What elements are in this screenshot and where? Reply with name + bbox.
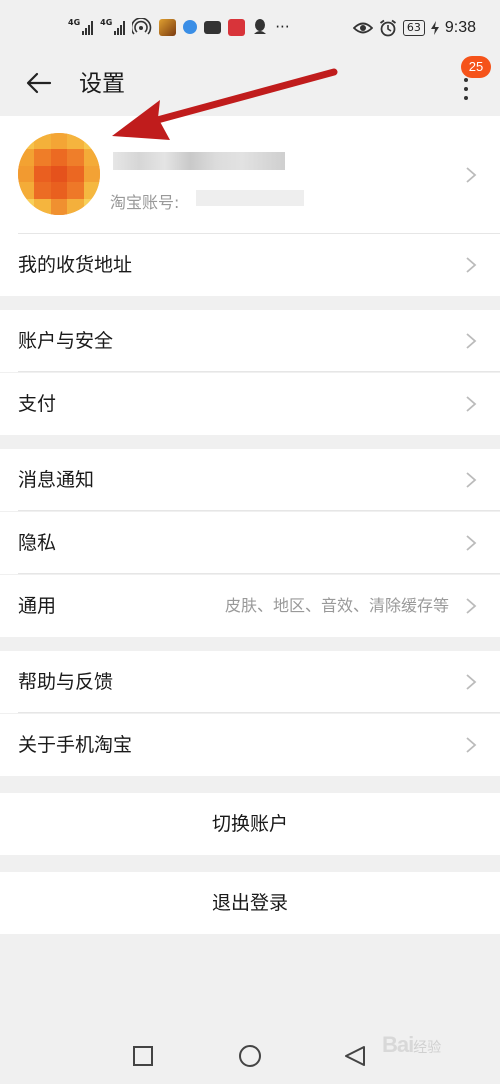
top-nav-bar: 设置 [0, 58, 500, 116]
status-right-icons: 63 9:38 [352, 19, 476, 37]
network-type-label: 4G [100, 18, 113, 27]
blurred-username [113, 152, 285, 170]
signal-icon: 4G [68, 18, 94, 35]
back-arrow-icon[interactable] [24, 68, 54, 98]
chevron-right-icon [466, 333, 477, 349]
status-bar: 4G 4G ··· 63 9:38 [0, 0, 500, 58]
eye-icon [352, 22, 373, 34]
book-app-icon [228, 18, 246, 36]
hotspot-icon [132, 18, 152, 35]
back-triangle-icon[interactable] [343, 1045, 367, 1069]
divider [18, 573, 500, 574]
settings-item-label: 关于手机淘宝 [18, 734, 133, 756]
chevron-right-icon [466, 396, 477, 412]
more-options-icon[interactable] [458, 78, 474, 100]
settings-item-label: 通用 [18, 595, 57, 617]
settings-item-label: 隐私 [18, 532, 57, 554]
signal-icon: 4G [100, 18, 126, 35]
settings-item-privacy[interactable]: 隐私 [0, 512, 500, 574]
alarm-icon [379, 19, 396, 37]
switch-account-button[interactable]: 切换账户 [0, 793, 500, 855]
mail-app-icon [204, 20, 222, 34]
settings-item-label: 帮助与反馈 [18, 671, 114, 693]
settings-item-general[interactable]: 通用 皮肤、地区、音效、清除缓存等 [0, 575, 500, 637]
settings-item-hint: 皮肤、地区、音效、清除缓存等 [224, 596, 449, 615]
settings-item-label: 我的收货地址 [18, 254, 133, 276]
game-app-icon [159, 18, 177, 36]
logout-button[interactable]: 退出登录 [0, 872, 500, 934]
profile-row[interactable]: 淘宝账号: [0, 116, 500, 234]
settings-item-notifications[interactable]: 消息通知 [0, 449, 500, 511]
settings-item-about[interactable]: 关于手机淘宝 [0, 714, 500, 776]
divider [18, 510, 500, 511]
battery-icon: 63 [402, 20, 425, 36]
browser-app-icon [183, 20, 198, 34]
settings-item-address[interactable]: 我的收货地址 [0, 234, 500, 296]
charging-icon [430, 21, 439, 35]
chevron-right-icon [466, 167, 477, 183]
settings-item-label: 消息通知 [18, 469, 95, 491]
watermark-suffix: 经验 [413, 1039, 442, 1055]
qq-icon [254, 19, 267, 34]
settings-item-label: 支付 [18, 393, 57, 415]
settings-item-account-security[interactable]: 账户与安全 [0, 310, 500, 372]
chevron-right-icon [466, 257, 477, 273]
chevron-right-icon [466, 598, 477, 614]
blurred-account-id [196, 190, 304, 206]
more-notifications-indicator: ··· [275, 18, 290, 36]
watermark-logo: Bai经验 [382, 1032, 441, 1058]
divider [18, 371, 500, 372]
chevron-right-icon [466, 535, 477, 551]
settings-item-payment[interactable]: 支付 [0, 373, 500, 435]
home-icon[interactable] [237, 1045, 263, 1071]
settings-item-help-feedback[interactable]: 帮助与反馈 [0, 651, 500, 713]
chevron-right-icon [466, 674, 477, 690]
clock: 9:38 [444, 19, 476, 36]
chevron-right-icon [466, 737, 477, 753]
divider [18, 712, 500, 713]
recent-apps-icon[interactable] [132, 1045, 154, 1067]
watermark-brand: Bai [382, 1032, 414, 1057]
account-label: 淘宝账号: [110, 193, 180, 212]
status-left-icons: 4G 4G ··· [68, 18, 290, 36]
settings-item-label: 账户与安全 [18, 330, 114, 352]
chevron-right-icon [466, 472, 477, 488]
page-title: 设置 [79, 71, 125, 97]
network-type-label: 4G [68, 18, 81, 27]
notification-badge[interactable]: 25 [461, 56, 491, 78]
avatar[interactable] [18, 133, 100, 215]
